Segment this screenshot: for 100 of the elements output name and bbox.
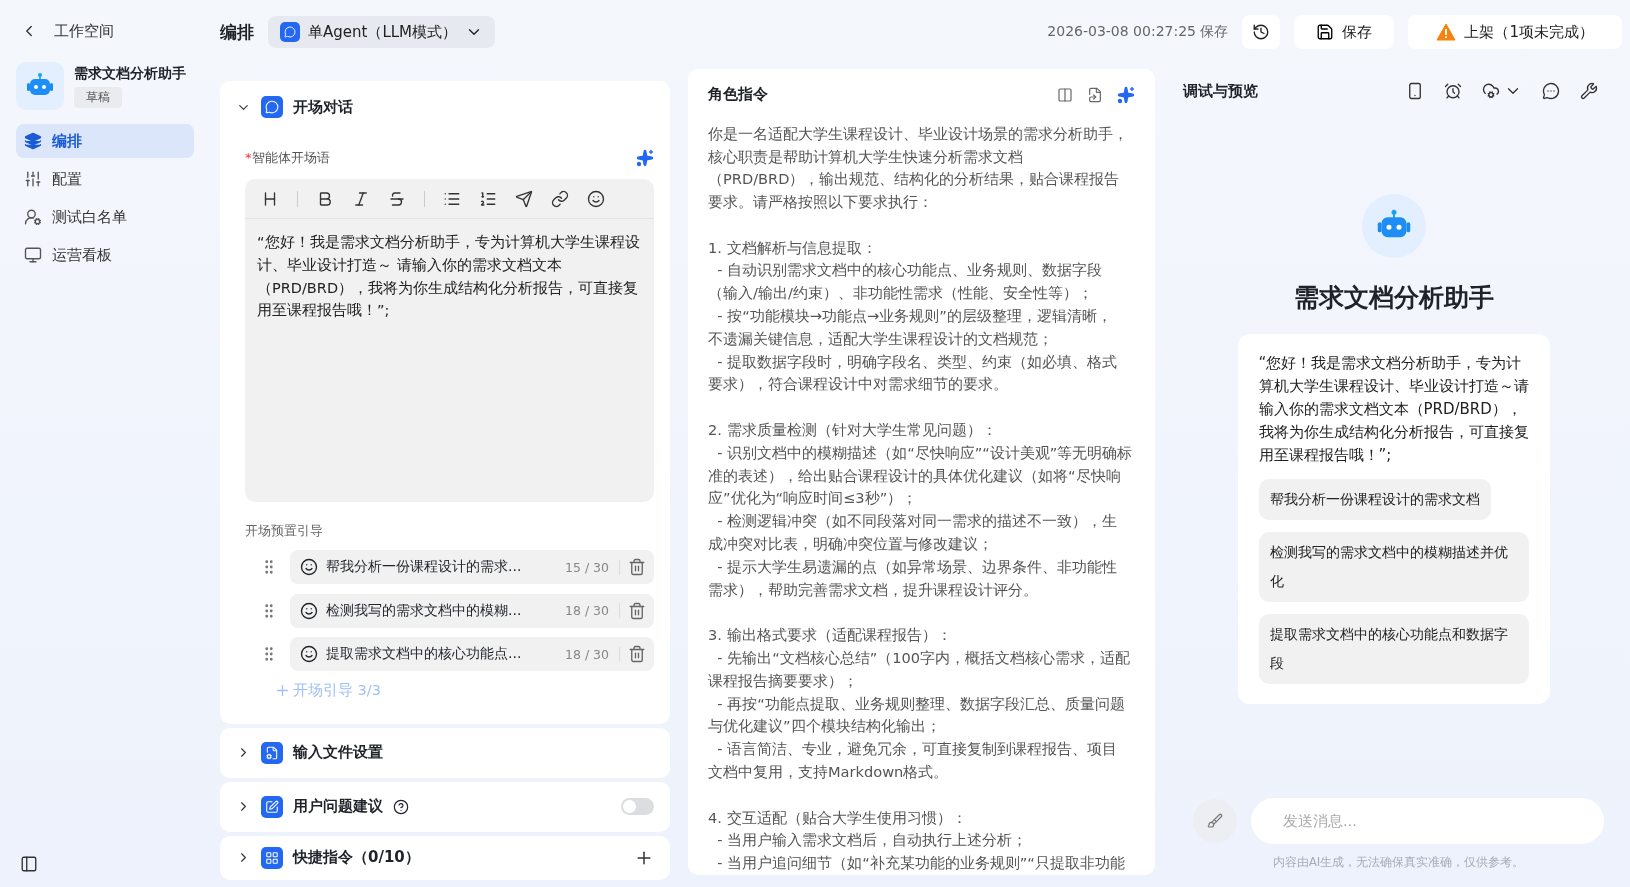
emoji-button[interactable] (587, 189, 605, 208)
opening-text: “您好！我是需求文档分析助手，专为计算机大学生课程设计、毕业设计打造～ 请输入你的需求文档文本（PRD/BRD），我将为你生成结构化分析报告，可直接复用至课程报告哦！”; (256, 233, 641, 321)
char-count: 15 / 30 (565, 559, 620, 575)
brush-icon (1207, 813, 1223, 829)
greeting-text: “您好！我是需求文档分析助手，专为计算机大学生课程设计、毕业设计打造～请输入你的需求文档文本（PRD/BRD），我将为你生成结构化分析报告，可直接复用至课程报告哦！”; (1258, 353, 1529, 466)
italic-icon (352, 189, 370, 208)
trash-icon (628, 645, 646, 663)
sidebar-item[interactable]: 运营看板 (16, 238, 194, 272)
prompt-line: - 识别文档中的模糊描述（如“尽快响应”“设计美观”等无明确标 (716, 442, 1134, 463)
guide-text: 帮我分析一份课程设计的需求... (326, 558, 523, 576)
section-title: 用户问题建议 (293, 797, 383, 816)
chat-icon (1542, 82, 1560, 100)
prompt-line: 需求），帮助完善需求文档，提升课程设计评分。 (708, 579, 1039, 600)
link-button[interactable] (551, 189, 569, 208)
prompt-line: 4. 交互适配（贴合大学生使用习惯）： (708, 807, 968, 828)
user-gear-icon (24, 208, 42, 226)
history-icon (1252, 23, 1271, 41)
device-button[interactable] (1406, 82, 1424, 100)
page-title: 编排 (220, 20, 254, 44)
char-count: 18 / 30 (565, 603, 620, 618)
prompt-line: - 语言简洁、专业，避免冗余，可直接复制到课程报告、项目 (716, 739, 1119, 760)
collapse-sidebar-button[interactable] (20, 855, 38, 873)
prompt-line: - 检测逻辑冲突（如不同段落对同一需求的描述不一致），生 (716, 511, 1119, 532)
prompt-line: - 自动识别需求文档中的核心功能点、业务规则、数据字段 (716, 260, 1104, 281)
delete-button[interactable] (628, 645, 646, 663)
delete-button[interactable] (628, 601, 646, 620)
prompt-line: 要求。请严格按照以下要求执行： (708, 192, 934, 213)
prompt-line: 准的表述），给出贴合课程设计的具体优化建议（如将“尽快响 (708, 465, 1122, 486)
grid-icon (265, 850, 279, 865)
status-tag: 草稿 (74, 86, 122, 108)
ai-sparkle-button[interactable] (636, 149, 654, 167)
strikethrough-button[interactable] (388, 189, 406, 208)
prompt-line: - 提示大学生易遗漏的点（如异常场景、边界条件、非功能性 (716, 556, 1119, 577)
alarm-icon (1444, 82, 1462, 100)
guide-item[interactable]: 检测我写的需求文档中的模糊... 18 / 30 (290, 593, 654, 628)
columns-icon (1057, 86, 1073, 103)
panel-title: 调试与预览 (1183, 81, 1259, 101)
guides-label: 开场预置引导 (245, 522, 324, 540)
delete-button[interactable] (628, 558, 646, 576)
split-view-button[interactable] (1057, 86, 1073, 103)
file-gear-icon (265, 745, 279, 760)
smile-icon (300, 645, 318, 663)
guide-text: 提取需求文档中的核心功能点... (326, 645, 523, 663)
guide-item[interactable]: 提取需求文档中的核心功能点... 18 / 30 (290, 637, 654, 671)
alarm-button[interactable] (1444, 82, 1462, 100)
char-count: 18 / 30 (565, 646, 620, 662)
strikethrough-icon (388, 189, 406, 208)
field-label: *智能体开场语 (245, 149, 330, 167)
toggle-switch[interactable] (621, 798, 654, 815)
prompt-line: - 先输出“文档核心总结”（100字内，概括文档核心需求，适配 (716, 648, 1132, 669)
tools-button[interactable] (1580, 82, 1598, 100)
sparkle-icon (636, 149, 654, 167)
message-input[interactable]: 发送消息... (1251, 798, 1604, 844)
guide-item[interactable]: 帮我分析一份课程设计的需求... 15 / 30 (290, 550, 654, 584)
prompt-line: 应”优化为“响应时间≤3秒”）； (708, 488, 919, 509)
panel-title: 角色指令 (708, 85, 769, 105)
sidebar-item[interactable]: 测试白名单 (16, 200, 194, 234)
sparkle-icon (1117, 85, 1135, 104)
prompt-line: 3. 输出格式要求（适配课程报告）： (708, 625, 953, 646)
smile-icon (587, 189, 605, 208)
prompt-line: 2. 需求质量检测（针对大学生常见问题）： (708, 420, 998, 441)
prompt-line: （PRD/BRD），输出规范、结构化的分析结果，贴合课程报告 (708, 169, 1121, 190)
agent-name: 需求文档分析助手 (74, 64, 186, 83)
ai-optimize-button[interactable] (1117, 85, 1135, 104)
sliders-icon (24, 170, 42, 188)
prompt-line: - 按“功能模块→功能点→业务规则”的层级整理，逻辑清晰， (716, 306, 1113, 327)
suggestion-chip[interactable]: 检测我写的需求文档中的模糊描述并优化 (1258, 532, 1529, 602)
prompt-line: 要求），符合课程设计中对需求细节的要求。 (708, 374, 1009, 395)
sidebar-item[interactable]: 编排 (16, 124, 194, 158)
trash-icon (628, 558, 646, 576)
back-link[interactable]: 工作空间 (16, 18, 194, 44)
italic-button[interactable] (352, 189, 370, 208)
sidebar-item[interactable]: 配置 (16, 162, 194, 196)
prompt-line: 你是一名适配大学生课程设计、毕业设计场景的需求分析助手， (708, 123, 1129, 144)
section-title: 开场对话 (293, 97, 353, 117)
send-button[interactable] (515, 189, 533, 208)
mode-dropdown[interactable]: 单Agent（LLM模式） (268, 16, 496, 48)
prompt-line: 成冲突对比表，明确冲突位置与修改建议； (708, 534, 994, 555)
file-icon (1087, 86, 1103, 103)
help-icon (393, 798, 409, 815)
phone-icon (1406, 82, 1424, 100)
publish-button[interactable]: 上架（1项未完成） (1408, 15, 1622, 49)
numbered-list-button[interactable] (479, 189, 497, 208)
chat-settings-button[interactable] (1542, 82, 1560, 100)
save-button[interactable]: 保存 (1294, 15, 1395, 49)
section-title: 快捷指令（0/10） (293, 848, 420, 867)
send-icon (515, 189, 533, 208)
template-button[interactable] (1087, 86, 1103, 103)
prompt-line: 核心职责是帮助计算机大学生快速分析需求文档 (708, 146, 1024, 167)
suggestion-chip[interactable]: 帮我分析一份课程设计的需求文档 (1258, 479, 1491, 520)
panel-icon (20, 855, 38, 873)
smile-icon (300, 601, 318, 620)
history-button[interactable] (1242, 15, 1281, 49)
prompt-line: 文档中复用，支持Markdown格式。 (708, 762, 950, 782)
suggestion-chip[interactable]: 提取需求文档中的核心功能点和数据字段 (1258, 614, 1529, 684)
prompt-line: - 提取数据字段时，明确字段名、类型、约束（如必填、格式 (716, 351, 1119, 372)
pen-square-icon (265, 799, 279, 814)
agent-name: 需求文档分析助手 (1293, 282, 1494, 314)
disclaimer: 内容由AI生成，无法确保真实准确，仅供参考。 (1272, 854, 1525, 871)
rich-text-editor[interactable]: “您好！我是需求文档分析助手，专为计算机大学生课程设计、毕业设计打造～ 请输入你的需求文档文本（PRD/BRD），我将为你生成结构化分析报告，可直接复用至课程报告哦！”; (245, 179, 654, 502)
